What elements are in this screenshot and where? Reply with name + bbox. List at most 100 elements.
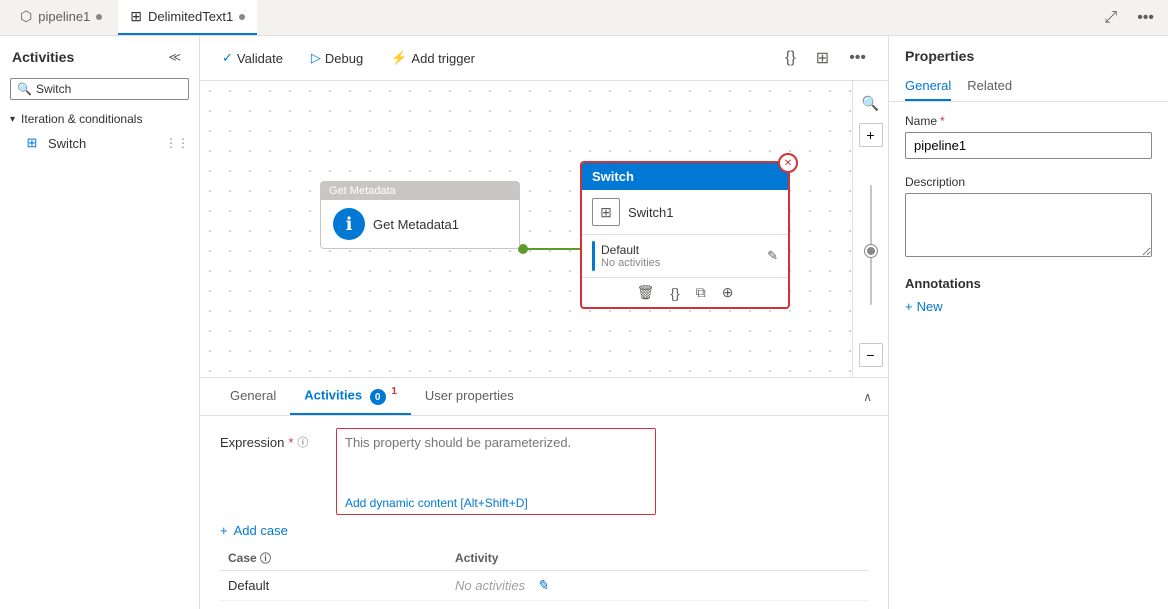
edit-activity-icon[interactable]: ✎ (537, 577, 549, 593)
pipeline-icon: ⬡ (20, 8, 32, 25)
activity-column-header: Activity (447, 546, 868, 571)
new-annotation-button[interactable]: + New (905, 299, 943, 314)
name-input[interactable] (905, 132, 1152, 159)
expand-icon-btn[interactable]: ⤢ (1098, 5, 1123, 31)
switch-node-toolbar: 🗑 {} ⧉ ⊕ (582, 277, 788, 307)
annotations-section: Annotations + New (905, 276, 1152, 314)
props-tab-related[interactable]: Related (967, 72, 1012, 101)
add-case-label: Add case (234, 523, 288, 538)
tab-delimitedtext1[interactable]: ⊞ DelimitedText1 (118, 0, 257, 35)
activity-cell: No activities ✎ (447, 571, 868, 601)
switch-header-label: Switch (592, 169, 634, 184)
tab-pipeline1-dot (96, 14, 102, 20)
sidebar-header-icons: ≪ (162, 46, 187, 68)
tab-pipeline1-label: pipeline1 (38, 9, 90, 24)
expression-info-icon[interactable]: ⓘ (297, 434, 308, 450)
search-input[interactable] (36, 82, 182, 96)
add-trigger-button[interactable]: ⚡ Add trigger (385, 46, 481, 70)
collapse-icon-btn[interactable]: ≪ (162, 46, 187, 68)
add-dynamic-content-link[interactable]: Add dynamic content [Alt+Shift+D] (337, 492, 655, 514)
sidebar-section-label: Iteration & conditionals (21, 112, 142, 126)
sidebar-title: Activities (12, 49, 74, 65)
switch-default-sub: No activities (601, 257, 761, 269)
tab-activities[interactable]: Activities 0 1 (290, 378, 411, 415)
bottom-tabs: General Activities 0 1 User properties ∧ (200, 378, 888, 416)
props-tab-general-label: General (905, 78, 951, 93)
expression-textarea[interactable] (337, 429, 655, 489)
validate-button[interactable]: ✓ Validate (216, 46, 289, 70)
delete-icon[interactable]: 🗑 (637, 284, 655, 301)
tab-general[interactable]: General (216, 380, 290, 413)
expression-row: Expression * ⓘ Add dynamic content [Alt+… (220, 428, 868, 515)
copy-node-icon[interactable]: ⧉ (696, 284, 706, 301)
add-trigger-label: Add trigger (411, 51, 475, 66)
slider-thumb[interactable] (865, 245, 877, 257)
debug-label: Debug (325, 51, 363, 66)
name-label: Name (905, 114, 937, 128)
tab-pipeline1[interactable]: ⬡ pipeline1 (8, 0, 114, 35)
close-icon[interactable]: ✕ (778, 153, 798, 173)
bottom-panel: General Activities 0 1 User properties ∧… (200, 377, 888, 609)
add-case-plus-icon: + (220, 523, 228, 538)
zoom-in-btn[interactable]: + (859, 123, 883, 147)
switch-default-label: Default (601, 243, 761, 257)
collapse-bottom-panel-icon[interactable]: ∧ (863, 390, 872, 404)
annotations-label: Annotations (905, 276, 1152, 291)
braces-node-icon[interactable]: {} (670, 285, 679, 301)
validate-check-icon: ✓ (222, 50, 233, 66)
search-box: 🔍 (10, 78, 189, 100)
name-label-text: Name * (905, 114, 1152, 128)
get-metadata-header: Get Metadata (321, 182, 519, 200)
properties-tabs: General Related (889, 72, 1168, 102)
search-canvas-btn[interactable]: 🔍 (859, 91, 883, 115)
bottom-content: Expression * ⓘ Add dynamic content [Alt+… (200, 416, 888, 609)
description-textarea[interactable] (905, 193, 1152, 257)
add-step-icon[interactable]: ⊕ (722, 284, 734, 301)
drag-handle-icon: ⋮⋮ (165, 136, 189, 150)
description-label: Description (905, 175, 965, 189)
more-options-btn[interactable]: ••• (1131, 5, 1160, 31)
tab-user-properties[interactable]: User properties (411, 380, 528, 413)
more-toolbar-btn[interactable]: ••• (843, 44, 872, 72)
debug-play-icon: ▷ (311, 50, 321, 66)
sidebar-section-header[interactable]: ▾ Iteration & conditionals (0, 108, 199, 130)
props-tab-related-label: Related (967, 78, 1012, 93)
case-column-header: Case ⓘ (220, 546, 447, 571)
grid-icon-btn[interactable]: ⊞ (810, 44, 835, 72)
switch-icon: ⊞ (24, 135, 40, 151)
debug-button[interactable]: ▷ Debug (305, 46, 369, 70)
get-metadata-node[interactable]: Get Metadata ℹ Get Metadata1 (320, 181, 520, 249)
tab-user-properties-label: User properties (425, 388, 514, 403)
tab-activities-label: Activities (304, 388, 362, 403)
table-row: Default No activities ✎ (220, 571, 868, 601)
new-annotation-label: New (917, 299, 943, 314)
zoom-out-btn[interactable]: − (859, 343, 883, 367)
description-label-text: Description (905, 175, 1152, 189)
center-area: ✓ Validate ▷ Debug ⚡ Add trigger {} ⊞ ••… (200, 36, 888, 609)
chevron-down-icon: ▾ (10, 114, 15, 125)
case-table: Case ⓘ Activity Default No activities ✎ (220, 546, 868, 601)
new-annotation-plus-icon: + (905, 299, 913, 314)
slider-track (870, 185, 872, 305)
properties-body: Name * Description Annotations + New (889, 102, 1168, 609)
sidebar-item-switch[interactable]: ⊞ Switch ⋮⋮ (0, 130, 199, 156)
props-tab-general[interactable]: General (905, 72, 951, 101)
switch-node-title: Switch1 (628, 205, 674, 220)
add-case-row[interactable]: + Add case (220, 523, 868, 538)
sidebar: Activities ≪ 🔍 ▾ Iteration & conditional… (0, 36, 200, 609)
switch-case-info: Default No activities (601, 243, 761, 269)
zoom-controls: 🔍 + − (852, 81, 888, 377)
sidebar-header: Activities ≪ (0, 36, 199, 74)
properties-title: Properties (889, 36, 1168, 64)
activities-sup: 1 (391, 386, 397, 397)
edit-case-icon[interactable]: ✎ (767, 248, 778, 264)
get-metadata-label: Get Metadata1 (373, 217, 459, 232)
case-col-info-icon[interactable]: ⓘ (260, 553, 271, 565)
tab-delimitedtext1-dot (239, 14, 245, 20)
switch-node[interactable]: ✕ Switch ⊞ Switch1 Default No activities (580, 161, 790, 309)
braces-icon-btn[interactable]: {} (779, 44, 802, 72)
switch-case-row: Default No activities ✎ (582, 235, 788, 277)
toolbar: ✓ Validate ▷ Debug ⚡ Add trigger {} ⊞ ••… (200, 36, 888, 81)
canvas[interactable]: Get Metadata ℹ Get Metadata1 ✕ Switch ⊞ (200, 81, 888, 377)
main-layout: Activities ≪ 🔍 ▾ Iteration & conditional… (0, 36, 1168, 609)
